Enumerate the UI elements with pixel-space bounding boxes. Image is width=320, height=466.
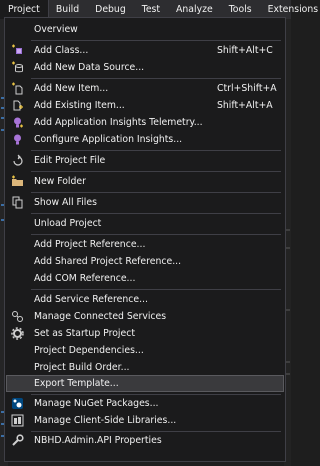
menu-separator xyxy=(31,40,281,41)
menu-item-label: Manage NuGet Packages... xyxy=(34,398,159,409)
menu-item-label: Add Existing Item... xyxy=(34,100,125,111)
menu-item-set-as-startup-project[interactable]: Set as Startup Project xyxy=(6,325,284,342)
gear-icon xyxy=(10,326,25,341)
menu-item-label: Add COM Reference... xyxy=(34,273,136,284)
menu-item-overview[interactable]: Overview xyxy=(6,21,284,38)
menu-item-label: New Folder xyxy=(34,176,86,187)
menu-item-label: Export Template... xyxy=(34,378,119,389)
menu-item-label: Configure Application Insights... xyxy=(34,134,183,145)
menu-separator xyxy=(31,234,281,235)
menu-item-label: Add Shared Project Reference... xyxy=(34,256,182,267)
menu-item-label: Project Dependencies... xyxy=(34,345,144,356)
menu-item-shortcut: Shift+Alt+A xyxy=(217,100,273,111)
menu-item-label: Manage Client-Side Libraries... xyxy=(34,415,177,426)
menu-item-label: Add Project Reference... xyxy=(34,239,146,250)
menu-item-manage-connected-services[interactable]: Manage Connected Services xyxy=(6,308,284,325)
edit-file-icon xyxy=(10,153,25,168)
menu-item-add-service-reference[interactable]: Add Service Reference... xyxy=(6,291,284,308)
menu-item-manage-client-side-libraries[interactable]: Manage Client-Side Libraries... xyxy=(6,412,284,429)
show-all-files-icon xyxy=(10,195,25,210)
menu-item-add-new-data-source[interactable]: Add New Data Source... xyxy=(6,59,284,76)
menu-item-label: NBHD.Admin.API Properties xyxy=(34,435,162,446)
app-insights-icon xyxy=(10,132,25,147)
menu-separator xyxy=(31,213,281,214)
menu-item-new-folder[interactable]: New Folder xyxy=(6,173,284,190)
menu-item-shortcut: Shift+Alt+C xyxy=(217,45,273,56)
wrench-icon xyxy=(10,433,25,448)
add-class-icon xyxy=(10,43,25,58)
menu-item-label: Add New Item... xyxy=(34,83,109,94)
menu-item-show-all-files[interactable]: Show All Files xyxy=(6,194,284,211)
menu-separator xyxy=(31,289,281,290)
connected-services-icon xyxy=(10,309,25,324)
menu-separator xyxy=(31,150,281,151)
menu-item-label: Project Build Order... xyxy=(34,362,130,373)
menu-item-project-dependencies[interactable]: Project Dependencies... xyxy=(6,342,284,359)
menu-item-label: Edit Project File xyxy=(34,155,106,166)
menu-item-add-new-item[interactable]: Add New Item... Ctrl+Shift+A xyxy=(6,80,284,97)
menu-separator xyxy=(31,171,281,172)
folder-icon xyxy=(10,174,25,189)
menu-item-project-build-order[interactable]: Project Build Order... xyxy=(6,359,284,376)
menu-item-label: Show All Files xyxy=(34,197,97,208)
menu-item-add-existing-item[interactable]: Add Existing Item... Shift+Alt+A xyxy=(6,97,284,114)
menu-item-configure-app-insights[interactable]: Configure Application Insights... xyxy=(6,131,284,148)
menu-separator xyxy=(31,192,281,193)
app-insights-icon xyxy=(10,115,25,130)
menu-item-label: Manage Connected Services xyxy=(34,311,167,322)
nuget-icon xyxy=(10,396,25,411)
data-source-icon xyxy=(10,60,25,75)
project-menu-dropdown: Overview Add Class... Shift+Alt+C Add Ne… xyxy=(4,17,286,462)
menu-item-label: Add Application Insights Telemetry... xyxy=(34,117,203,128)
menu-item-add-project-reference[interactable]: Add Project Reference... xyxy=(6,236,284,253)
menu-item-properties[interactable]: NBHD.Admin.API Properties xyxy=(6,432,284,449)
menu-item-add-com-reference[interactable]: Add COM Reference... xyxy=(6,270,284,287)
menu-item-edit-project-file[interactable]: Edit Project File xyxy=(6,152,284,169)
menu-item-label: Add Class... xyxy=(34,45,89,56)
menu-item-add-class[interactable]: Add Class... Shift+Alt+C xyxy=(6,42,284,59)
menu-item-unload-project[interactable]: Unload Project xyxy=(6,215,284,232)
menu-separator xyxy=(31,78,281,79)
menu-item-label: Unload Project xyxy=(34,218,102,229)
menu-item-label: Overview xyxy=(34,24,78,35)
menu-item-add-shared-project-reference[interactable]: Add Shared Project Reference... xyxy=(6,253,284,270)
menu-item-label: Set as Startup Project xyxy=(34,328,135,339)
menu-item-add-app-insights[interactable]: Add Application Insights Telemetry... xyxy=(6,114,284,131)
new-item-icon xyxy=(10,81,25,96)
existing-item-icon xyxy=(10,98,25,113)
client-libraries-icon xyxy=(10,413,25,428)
menu-item-label: Add Service Reference... xyxy=(34,294,148,305)
menu-item-manage-nuget-packages[interactable]: Manage NuGet Packages... xyxy=(6,395,284,412)
menu-item-label: Add New Data Source... xyxy=(34,62,145,73)
menu-item-export-template[interactable]: Export Template... xyxy=(6,375,284,392)
menu-item-shortcut: Ctrl+Shift+A xyxy=(217,83,277,94)
